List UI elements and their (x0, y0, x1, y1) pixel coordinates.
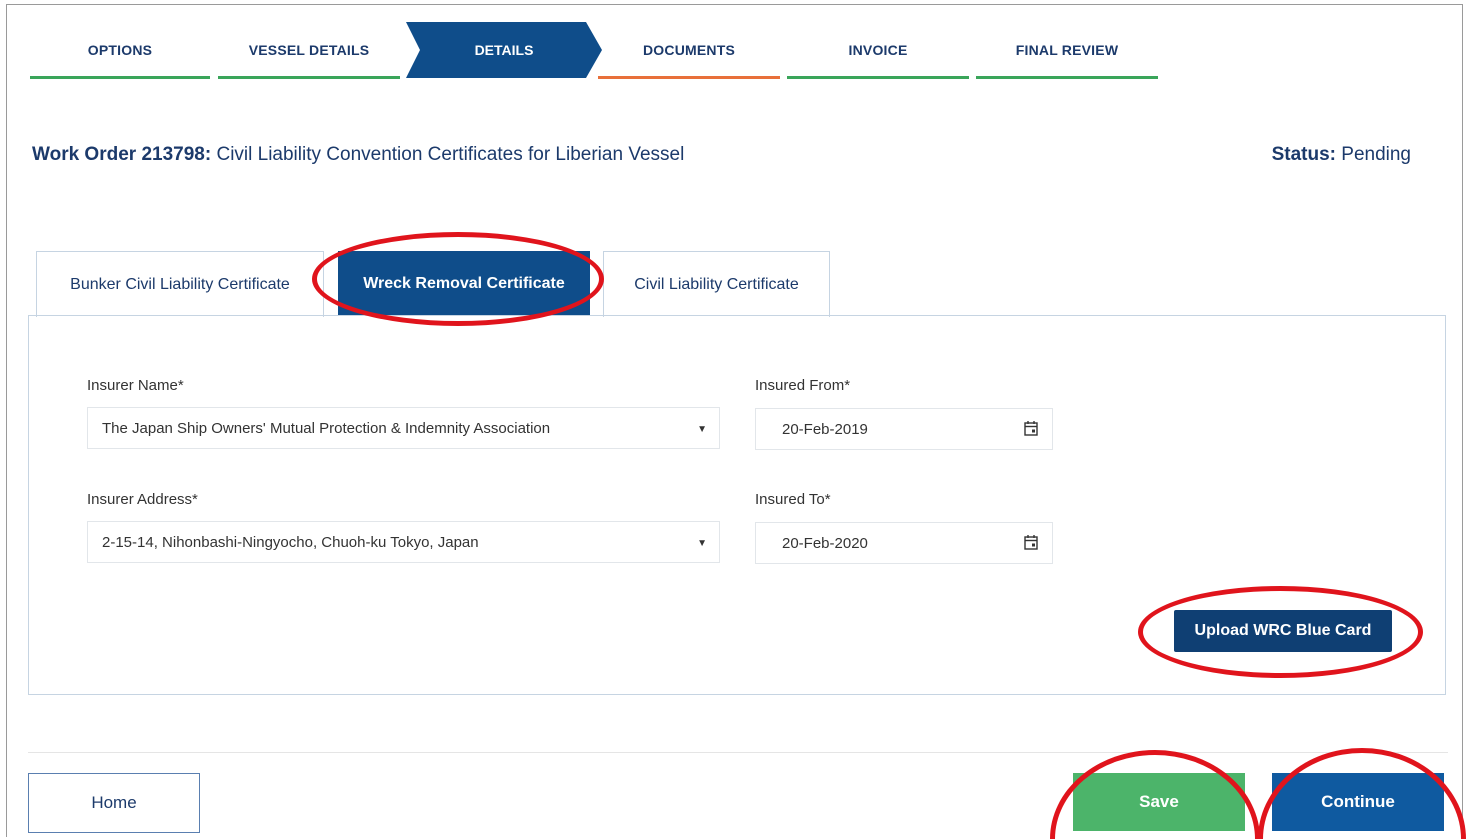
insured-from-input[interactable]: 20-Feb-2019 (755, 408, 1053, 450)
tab-bunker-civil-liability[interactable]: Bunker Civil Liability Certificate (36, 251, 324, 317)
step-details[interactable]: DETAILS (406, 22, 602, 78)
upload-wrc-blue-card-button[interactable]: Upload WRC Blue Card (1174, 610, 1392, 652)
calendar-icon[interactable] (1024, 420, 1038, 436)
step-vessel-details-indicator (218, 76, 400, 79)
status-indicator: Status: Pending (1272, 144, 1411, 166)
step-documents-indicator (598, 76, 780, 79)
insured-from-label: Insured From* (755, 377, 851, 394)
step-options[interactable]: OPTIONS (30, 22, 210, 78)
home-button[interactable]: Home (28, 773, 200, 833)
work-order-number: Work Order 213798: (32, 144, 212, 165)
insured-to-label: Insured To* (755, 491, 831, 508)
step-final-review[interactable]: FINAL REVIEW (976, 22, 1158, 78)
work-order-title: Work Order 213798: Civil Liability Conve… (32, 144, 684, 166)
status-label: Status: (1271, 144, 1336, 165)
continue-button[interactable]: Continue (1272, 773, 1444, 831)
status-value: Pending (1341, 144, 1411, 165)
insurer-address-select[interactable]: 2-15-14, Nihonbashi-Ningyocho, Chuoh-ku … (87, 521, 720, 563)
step-documents[interactable]: DOCUMENTS (598, 22, 780, 78)
chevron-down-icon: ▼ (697, 424, 707, 435)
insured-to-input[interactable]: 20-Feb-2020 (755, 522, 1053, 564)
calendar-icon[interactable] (1024, 534, 1038, 550)
footer-divider (28, 752, 1448, 753)
insurer-name-label: Insurer Name* (87, 377, 184, 394)
step-options-indicator (30, 76, 210, 79)
step-invoice[interactable]: INVOICE (787, 22, 969, 78)
step-final-review-indicator (976, 76, 1158, 79)
save-button[interactable]: Save (1073, 773, 1245, 831)
step-vessel-details[interactable]: VESSEL DETAILS (218, 22, 400, 78)
insurer-name-select[interactable]: The Japan Ship Owners' Mutual Protection… (87, 407, 720, 449)
chevron-down-icon: ▼ (697, 538, 707, 549)
step-invoice-indicator (787, 76, 969, 79)
insurer-address-label: Insurer Address* (87, 491, 198, 508)
work-order-description: Civil Liability Convention Certificates … (216, 144, 685, 165)
tab-civil-liability[interactable]: Civil Liability Certificate (603, 251, 830, 317)
tab-wreck-removal[interactable]: Wreck Removal Certificate (338, 251, 590, 315)
